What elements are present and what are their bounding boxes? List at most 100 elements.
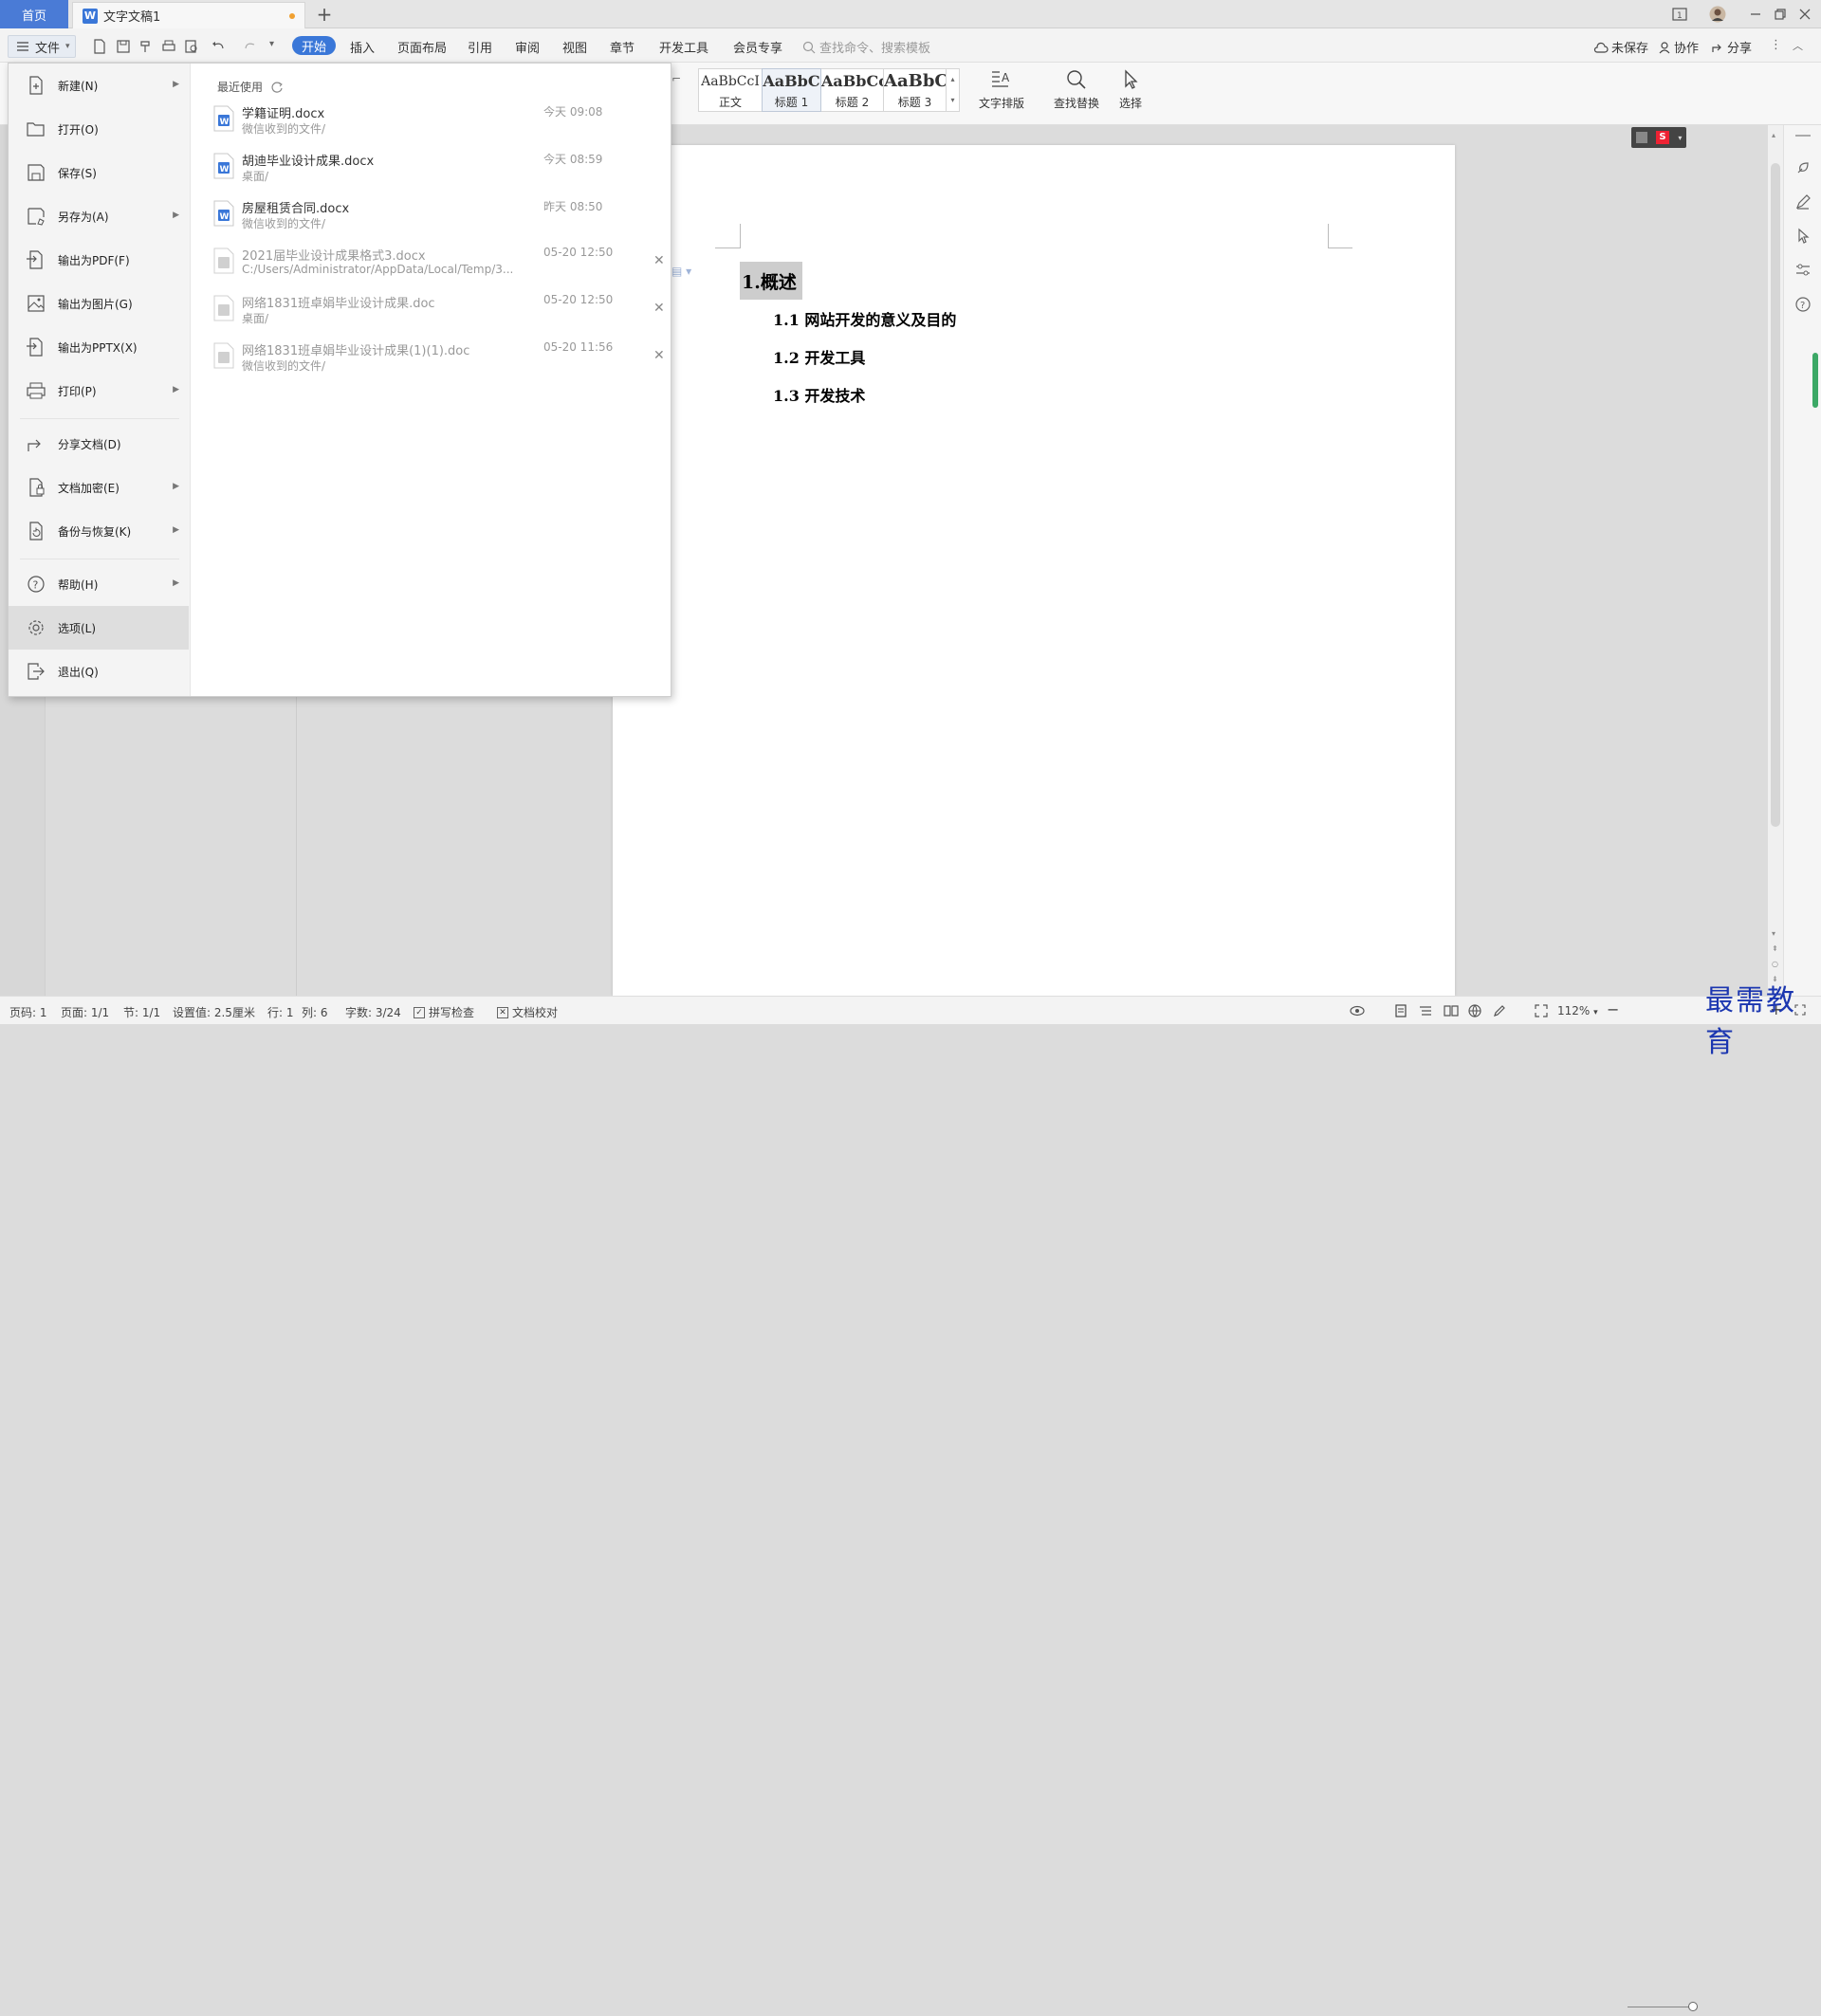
- tab-page-layout[interactable]: 页面布局: [397, 38, 447, 56]
- tab-insert[interactable]: 插入: [350, 38, 375, 56]
- menu-item-encrypt[interactable]: 文档加密(E) ▶: [9, 466, 189, 509]
- tab-chapter[interactable]: 章节: [610, 38, 635, 56]
- menu-item-open[interactable]: 打开(O): [9, 107, 189, 151]
- tab-references[interactable]: 引用: [468, 38, 492, 56]
- menu-item-backup[interactable]: 备份与恢复(K) ▶: [9, 509, 189, 553]
- page-view-icon[interactable]: [1394, 1004, 1407, 1017]
- outline-view-icon[interactable]: [1419, 1004, 1432, 1017]
- menu-item-save[interactable]: 保存(S): [9, 151, 189, 194]
- close-window-button[interactable]: [1793, 4, 1817, 25]
- menu-item-export-pdf[interactable]: 输出为PDF(F): [9, 238, 189, 282]
- tab-document[interactable]: W 文字文稿1: [72, 2, 305, 28]
- tab-start[interactable]: 开始: [292, 36, 336, 55]
- style-gallery-more-icon[interactable]: ▴ ▾: [947, 68, 960, 112]
- recent-file-item[interactable]: W 学籍证明.docx 微信收到的文件/ 今天 09:08: [202, 100, 667, 147]
- print-preview-icon[interactable]: [184, 39, 199, 54]
- customize-quick-access-icon[interactable]: ▾: [269, 39, 285, 54]
- zoom-slider-thumb[interactable]: [1688, 2002, 1698, 2011]
- tab-home[interactable]: 首页: [0, 0, 68, 28]
- vertical-scrollbar[interactable]: ▴ ▾ ⇞ ○ ⇟: [1768, 125, 1783, 996]
- print-quick-icon[interactable]: [161, 39, 176, 54]
- status-row[interactable]: 行: 1: [267, 1004, 294, 1020]
- select-button[interactable]: 选择: [1112, 68, 1150, 111]
- green-slider-handle[interactable]: [1812, 353, 1818, 408]
- collab-button[interactable]: 协作: [1658, 38, 1699, 56]
- share-button[interactable]: 分享: [1711, 38, 1752, 56]
- refresh-icon[interactable]: [270, 81, 284, 94]
- style-heading2[interactable]: AaBbCc 标题 2: [821, 68, 884, 112]
- style-heading3[interactable]: AaBbC 标题 3: [884, 68, 947, 112]
- doc-proof-button[interactable]: ✕ 文档校对: [497, 1004, 558, 1020]
- menu-item-options[interactable]: 选项(L): [9, 606, 189, 650]
- fit-page-icon[interactable]: [1535, 1004, 1548, 1017]
- style-heading1[interactable]: AaBbC 标题 1: [762, 68, 821, 112]
- unsaved-button[interactable]: 未保存: [1593, 38, 1648, 56]
- tab-review[interactable]: 审阅: [515, 38, 540, 56]
- zoom-out-button[interactable]: −: [1607, 1000, 1619, 1018]
- menu-item-print[interactable]: 打印(P) ▶: [9, 369, 189, 412]
- sliders-icon[interactable]: [1794, 262, 1812, 279]
- file-menu-button[interactable]: 文件 ▾: [8, 35, 76, 58]
- doc-heading-1[interactable]: 1.概述: [740, 262, 802, 300]
- new-tab-button[interactable]: +: [313, 3, 336, 26]
- status-section[interactable]: 节: 1/1: [123, 1004, 160, 1020]
- recent-file-item[interactable]: 2021届毕业设计成果格式3.docx C:/Users/Administrat…: [202, 242, 667, 289]
- find-replace-button[interactable]: 查找替换: [1047, 68, 1106, 111]
- menu-item-new[interactable]: 新建(N) ▶: [9, 64, 189, 107]
- redo-icon[interactable]: [243, 39, 258, 54]
- format-painter-icon[interactable]: [138, 39, 154, 54]
- pen-icon[interactable]: [1794, 193, 1812, 211]
- text-layout-button[interactable]: A 文字排版: [973, 68, 1030, 111]
- remove-recent-icon[interactable]: ✕: [653, 301, 665, 316]
- doc-heading-1-3[interactable]: 1.3 开发技术: [773, 383, 865, 406]
- status-page[interactable]: 页面: 1/1: [61, 1004, 109, 1020]
- menu-item-help[interactable]: ? 帮助(H) ▶: [9, 562, 189, 606]
- pointer-icon[interactable]: [1794, 228, 1812, 245]
- tab-developer[interactable]: 开发工具: [659, 38, 708, 56]
- web-view-icon[interactable]: [1468, 1004, 1481, 1017]
- new-doc-icon[interactable]: [93, 39, 108, 54]
- tab-view[interactable]: 视图: [562, 38, 587, 56]
- save-quick-icon[interactable]: [116, 39, 131, 54]
- minimize-button[interactable]: [1743, 4, 1768, 25]
- prev-page-icon[interactable]: ⇞: [1772, 944, 1778, 953]
- scrollbar-thumb[interactable]: [1771, 163, 1780, 827]
- remove-recent-icon[interactable]: ✕: [653, 348, 665, 363]
- recent-file-item[interactable]: 网络1831班卓娟毕业设计成果.doc 桌面/ 05-20 12:50 ✕: [202, 289, 667, 337]
- write-mode-icon[interactable]: [1493, 1004, 1506, 1017]
- menu-item-export-pptx[interactable]: 输出为PPTX(X): [9, 325, 189, 369]
- recent-file-item[interactable]: W 房屋租赁合同.docx 微信收到的文件/ 昨天 08:50: [202, 194, 667, 242]
- reading-view-icon[interactable]: [1444, 1004, 1459, 1017]
- status-words[interactable]: 字数: 3/24: [345, 1004, 401, 1020]
- menu-item-share[interactable]: 分享文档(D): [9, 422, 189, 466]
- status-page-code[interactable]: 页码: 1: [9, 1004, 47, 1020]
- help-circle-icon[interactable]: ?: [1794, 296, 1812, 313]
- undo-icon[interactable]: [211, 39, 226, 54]
- scroll-up-icon[interactable]: ▴: [1772, 131, 1775, 139]
- search-command[interactable]: 查找命令、搜索模板: [802, 38, 930, 56]
- ime-toolbar[interactable]: S ▾: [1631, 127, 1686, 148]
- more-options-icon[interactable]: ⋮: [1770, 38, 1782, 52]
- spell-check-button[interactable]: ✓ 拼写检查: [414, 1004, 474, 1020]
- recent-file-item[interactable]: 网络1831班卓娟毕业设计成果(1)(1).doc 微信收到的文件/ 05-20…: [202, 337, 667, 384]
- collapse-ribbon-icon[interactable]: ︿: [1793, 38, 1803, 53]
- menu-item-save-as[interactable]: 另存为(A) ▶: [9, 194, 189, 238]
- status-col[interactable]: 列: 6: [302, 1004, 328, 1020]
- eye-protect-icon[interactable]: [1349, 1004, 1366, 1017]
- recent-file-item[interactable]: W 胡迪毕业设计成果.docx 桌面/ 今天 08:59: [202, 147, 667, 194]
- rocket-icon[interactable]: [1794, 159, 1812, 176]
- doc-heading-1-1[interactable]: 1.1 网站开发的意义及目的: [773, 307, 956, 330]
- style-normal[interactable]: AaBbCcI 正文: [698, 68, 763, 112]
- scroll-down-icon[interactable]: ▾: [1772, 929, 1775, 938]
- restore-button[interactable]: [1768, 4, 1793, 25]
- menu-item-export-image[interactable]: 输出为图片(G): [9, 282, 189, 325]
- paragraph-handle-icon[interactable]: ▤ ▾: [671, 265, 691, 278]
- remove-recent-icon[interactable]: ✕: [653, 253, 665, 268]
- menu-item-exit[interactable]: 退出(Q): [9, 650, 189, 693]
- avatar[interactable]: [1705, 4, 1730, 25]
- tab-member[interactable]: 会员专享: [733, 38, 782, 56]
- status-setting[interactable]: 设置值: 2.5厘米: [173, 1004, 255, 1020]
- select-browse-icon[interactable]: ○: [1772, 960, 1778, 968]
- window-layout-icon[interactable]: 1: [1667, 4, 1692, 25]
- doc-heading-1-2[interactable]: 1.2 开发工具: [773, 345, 865, 368]
